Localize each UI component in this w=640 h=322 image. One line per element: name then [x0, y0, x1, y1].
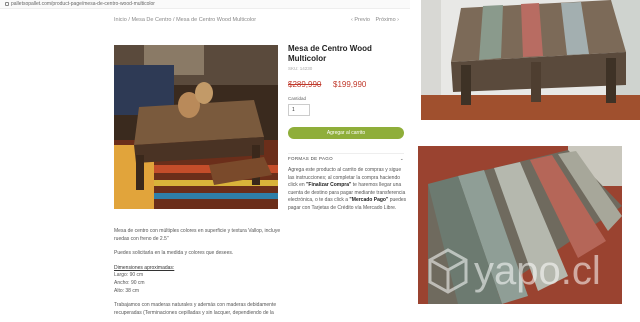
payment-methods-label: FORMAS DE PAGO	[288, 156, 333, 161]
desc-paragraph-1: Mesa de centro con múltiples colores en …	[114, 228, 281, 242]
dimensions-title: Dimensiones aproximadas:	[114, 264, 175, 271]
watermark: yapo.cl	[418, 240, 640, 310]
product-page: palletsopallet.com/product-page/mesa-de-…	[0, 0, 414, 322]
gallery-photo-top[interactable]	[421, 0, 640, 120]
yapo-logo-icon: yapo.cl	[428, 248, 601, 294]
next-link[interactable]: Próximo ›	[375, 17, 399, 23]
product-title: Mesa de Centro Wood Multicolor	[288, 44, 372, 63]
product-photo[interactable]	[114, 45, 278, 209]
lock-icon	[5, 1, 9, 6]
url-text: palletsopallet.com/product-page/mesa-de-…	[11, 1, 155, 7]
payment-finalizar: "Finalizar Compra"	[306, 182, 352, 189]
breadcrumb-home[interactable]: Inicio	[114, 17, 127, 23]
quantity-input[interactable]: 1	[288, 104, 310, 116]
desc-paragraph-3: Trabajamos con maderas naturales y ademá…	[114, 302, 277, 316]
watermark-text: yapo.cl	[474, 249, 601, 293]
price-old: $289,990	[288, 80, 322, 89]
dim-largo: Largo: 90 cm	[114, 272, 144, 279]
add-to-cart-button[interactable]: Agregar al carrito	[288, 127, 404, 139]
quantity-label: Cantidad	[288, 96, 307, 101]
payment-mercado: "Mercado Pago"	[349, 197, 389, 204]
price-new: $199,990	[333, 80, 367, 89]
dim-ancho: Ancho: 90 cm	[114, 279, 145, 286]
breadcrumb-category[interactable]: Mesa De Centro	[131, 17, 171, 23]
payment-info: Agrega este producto al carrito de compr…	[288, 167, 408, 213]
breadcrumb: Inicio / Mesa De Centro / Mesa de Centro…	[114, 17, 257, 23]
dim-alto: Alto: 38 cm	[114, 287, 140, 294]
product-sku: SKU: 14230	[288, 66, 313, 71]
address-bar[interactable]: palletsopallet.com/product-page/mesa-de-…	[0, 0, 410, 9]
desc-paragraph-2: Puedes solicitarla en la medida y colore…	[114, 250, 234, 257]
gallery-photo-top-image	[421, 0, 640, 120]
product-photo-image	[114, 45, 278, 209]
product-description: Mesa de centro con múltiples colores en …	[114, 228, 284, 322]
prev-link[interactable]: ‹ Previo	[351, 17, 370, 23]
product-pager: ‹ Previo Próximo ›	[351, 17, 403, 23]
payment-methods-toggle[interactable]: FORMAS DE PAGO ⌄	[288, 153, 404, 161]
breadcrumb-current: Mesa de Centro Wood Multicolor	[176, 17, 257, 23]
chevron-down-icon: ⌄	[399, 156, 404, 161]
